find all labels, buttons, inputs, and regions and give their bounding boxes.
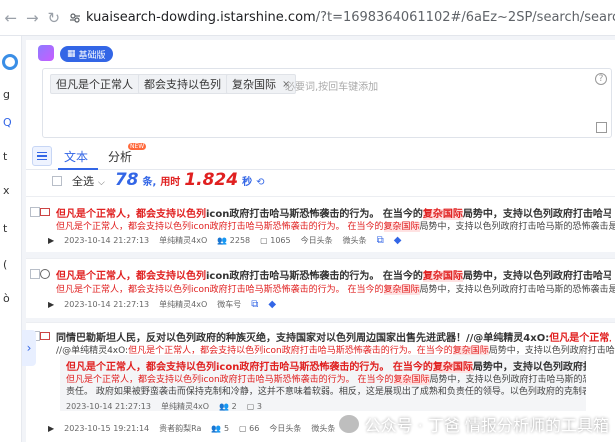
result-source[interactable]: 贵者韵梨Ra — [159, 423, 201, 434]
type-tag: 微头条 — [311, 424, 336, 433]
result-meta: ▶ 2023-10-15 19:21:14 贵者韵梨Ra 👥 5 ▢ 66 今日… — [48, 423, 335, 434]
result-source[interactable]: 单纯精灵4xO — [159, 235, 207, 246]
collapse-sidebar-chevron-icon[interactable]: › — [22, 330, 36, 366]
list-view-icon[interactable] — [32, 146, 52, 166]
result-title[interactable]: 但凡是个正常人，都会支持以色列icon政府打击哈马斯恐怖袭击的行为。 在当今的复… — [56, 205, 611, 220]
search-panel: ▦ 基础版 但凡是个正常人 × 都会支持以色列 × 复杂国际 × 必要词,按回车… — [26, 40, 615, 152]
assistant-icon[interactable] — [38, 45, 54, 61]
quoted-views: 👥 2 — [219, 402, 237, 411]
comments-count: ▢ 1065 — [260, 236, 291, 245]
platform-tag: 今日头条 — [269, 424, 302, 433]
back-arrow-icon[interactable]: ← — [0, 0, 22, 36]
main-content: ▦ 基础版 但凡是个正常人 × 都会支持以色列 × 复杂国际 × 必要词,按回车… — [22, 36, 615, 442]
result-item: 但凡是个正常人，都会支持以色列icon政府打击哈马斯恐怖袭击的行为。 在当今的复… — [26, 258, 615, 318]
mode-label: 基础版 — [78, 50, 106, 61]
comment-icon: ▢ — [246, 402, 255, 411]
result-snippet: 但凡是个正常人，都会支持以色列icon政府打击哈马斯恐怖袭击的行为。 在当今的复… — [56, 222, 615, 232]
comment-icon: ▢ — [260, 236, 268, 245]
refresh-icon[interactable]: ⟲ — [256, 177, 264, 188]
site-info-icon[interactable] — [65, 12, 87, 24]
expand-icon[interactable] — [596, 122, 607, 133]
keyword-tag-label: 复杂国际 — [232, 78, 276, 91]
result-checkbox[interactable] — [30, 269, 40, 279]
play-icon[interactable]: ▶ — [48, 300, 54, 309]
nav-glyph-1[interactable]: g — [3, 88, 10, 101]
result-count-unit: 条, — [142, 177, 157, 188]
keyword-tag-label: 但凡是个正常人 — [56, 78, 133, 91]
select-all-label[interactable]: 全选 — [72, 173, 94, 189]
comments-count: ▢ 66 — [239, 424, 260, 433]
nav-search-icon[interactable]: Q — [3, 116, 12, 129]
result-item: 但凡是个正常人，都会支持以色列icon政府打击哈马斯恐怖袭击的行为。 在当今的复… — [26, 196, 615, 252]
nav-glyph-5[interactable]: ( — [3, 258, 7, 271]
url-path: /?t=1698364061102#/6aEz~2SP/search/searc… — [315, 10, 615, 25]
copy-icon[interactable]: ⧉ — [377, 235, 384, 246]
quoted-title[interactable]: 但凡是个正常人，都会支持以色列icon政府打击哈马斯恐怖袭击的行为。 在当今的复… — [66, 358, 586, 373]
quoted-snippet-line: 责任。 政府如果被野蛮袭击而保持克制和冷静，这并不意味着软弱。相反，这是展现出了… — [66, 387, 586, 397]
nav-glyph-6[interactable]: ò — [3, 292, 10, 305]
play-icon[interactable]: ▶ — [48, 424, 54, 433]
left-nav-strip: g Q t x t ( ò — [0, 36, 22, 442]
chevron-down-icon[interactable]: ⌵ — [98, 178, 105, 188]
tab-analysis[interactable]: 分析 — [108, 148, 132, 165]
copy-icon[interactable]: ⧉ — [251, 299, 258, 310]
nav-glyph-2[interactable]: t — [3, 150, 7, 163]
help-icon[interactable]: ? — [595, 73, 607, 85]
globe-icon — [40, 269, 50, 279]
keyword-tag-label: 都会支持以色列 — [144, 78, 221, 91]
result-meta: ▶ 2023-10-14 21:27:13 单纯精灵4xO 微车号 ⧉ ◆ — [48, 299, 276, 310]
user-icon: 👥 — [219, 402, 230, 411]
comment-icon: ▢ — [239, 424, 247, 433]
result-count: 78 — [114, 170, 139, 190]
mode-switch-button[interactable]: ▦ 基础版 — [60, 46, 113, 62]
keyword-input-box[interactable]: 但凡是个正常人 × 都会支持以色列 × 复杂国际 × 必要词,按回车键添加 ? — [42, 68, 612, 138]
quoted-source[interactable]: 单纯精灵4xO — [161, 401, 209, 412]
nav-glyph-3[interactable]: x — [3, 184, 10, 197]
quoted-comments: ▢ 3 — [246, 402, 262, 411]
result-date: 2023-10-14 21:27:13 — [64, 236, 150, 245]
tag-icon[interactable]: ◆ — [394, 235, 402, 246]
wechat-watermark: 公众号 · 丁爸 情报分析师的工具箱 — [338, 412, 609, 436]
wechat-logo-icon — [338, 415, 359, 433]
time-label: 用时 — [160, 177, 181, 188]
new-badge: NEW — [128, 143, 147, 150]
nav-glyph-4[interactable]: t — [3, 222, 7, 235]
flag-icon — [40, 208, 50, 216]
tag-icon[interactable]: ◆ — [268, 299, 276, 310]
forward-arrow-icon[interactable]: → — [22, 0, 44, 36]
platform-tag: 今日头条 — [300, 236, 333, 245]
views-count: 👥 5 — [211, 424, 230, 433]
tab-text[interactable]: 文本 — [64, 148, 88, 165]
quoted-meta: 2023-10-14 21:27:13 单纯精灵4xO 👥 2 ▢ 3 — [66, 401, 262, 412]
result-stats: 全选 ⌵ 78 条, 用时 1.824 秒 ⟲ — [72, 170, 264, 190]
result-checkbox[interactable] — [30, 207, 40, 217]
user-icon: 👥 — [217, 236, 228, 245]
url-field[interactable]: kuaisearch-dowding.istarshine.com/?t=169… — [86, 10, 615, 25]
reload-icon[interactable]: ↻ — [43, 0, 65, 36]
keyword-input-placeholder[interactable]: 必要词,按回车键添加 — [285, 78, 378, 93]
result-date: 2023-10-14 21:27:13 — [64, 300, 150, 309]
type-tag: 微头条 — [342, 236, 367, 245]
watermark-text: 公众号 · 丁爸 情报分析师的工具箱 — [364, 416, 609, 435]
platform-tag: 微车号 — [217, 300, 242, 309]
views-count: 👥 2258 — [217, 236, 251, 245]
flag-icon — [40, 332, 50, 340]
result-snippet: 但凡是个正常人，都会支持以色列icon政府打击哈马斯恐怖袭击的行为。 在当今的复… — [56, 285, 615, 295]
url-host: kuaisearch-dowding.istarshine.com — [86, 10, 316, 25]
app-logo-icon — [2, 54, 18, 70]
user-icon: 👥 — [211, 424, 222, 433]
result-tab-bar: 文本 分析 NEW — [26, 142, 615, 170]
select-all-checkbox[interactable] — [52, 176, 62, 186]
quoted-date: 2023-10-14 21:27:13 — [66, 402, 151, 411]
result-title[interactable]: 但凡是个正常人，都会支持以色列icon政府打击哈马斯恐怖袭击的行为。 在当今的复… — [56, 267, 611, 282]
play-icon[interactable]: ▶ — [48, 236, 54, 245]
result-date: 2023-10-15 19:21:14 — [64, 424, 150, 433]
result-title[interactable]: 同情巴勒斯坦人民，反对以色列政府的种族灭绝，支持国家对以色列周边国家出售先进武器… — [56, 329, 611, 344]
browser-address-bar: ← → ↻ kuaisearch-dowding.istarshine.com/… — [0, 0, 615, 36]
grid-icon: ▦ — [67, 49, 76, 59]
elapsed-time: 1.824 — [184, 170, 239, 190]
result-meta: ▶ 2023-10-14 21:27:13 单纯精灵4xO 👥 2258 ▢ 1… — [48, 235, 401, 246]
time-unit: 秒 — [242, 177, 253, 188]
result-source[interactable]: 单纯精灵4xO — [159, 299, 207, 310]
